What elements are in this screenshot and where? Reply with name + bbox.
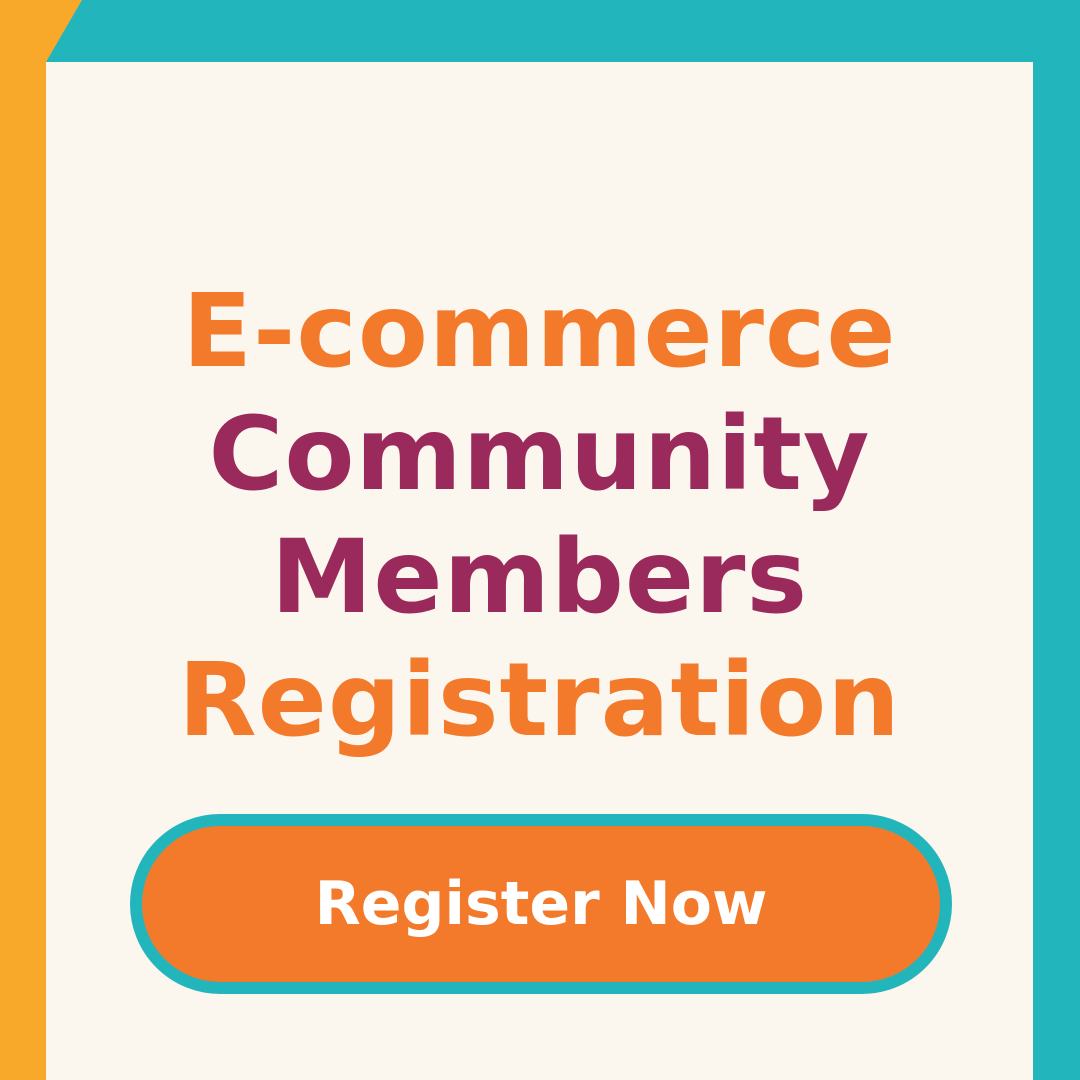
corner-accent-triangle [46,0,82,62]
headline-line-members: Members [270,518,809,637]
left-accent-stripe [0,0,46,1080]
headline-line-ecommerce: E-commerce [182,272,897,391]
headline-line-registration: Registration [178,641,901,760]
register-now-button[interactable]: Register Now [130,814,952,994]
headline-line-community: Community [208,395,871,514]
headline: E-commerce Community Members Registratio… [46,270,1033,762]
register-now-label: Register Now [314,869,768,939]
registration-card: E-commerce Community Members Registratio… [46,62,1033,1080]
